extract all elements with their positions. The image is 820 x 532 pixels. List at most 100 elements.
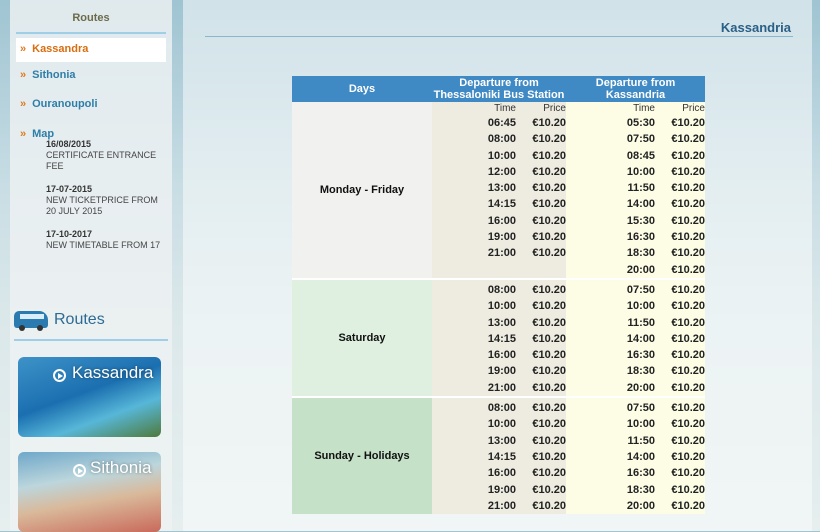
sidebar-divider (16, 32, 166, 34)
departure-row: 14:15 €10.20 (432, 196, 566, 212)
departure-time: 06:45 (487, 117, 516, 129)
departure-row: 10:00 €10.20 (566, 164, 705, 180)
departure-row: 10:00 €10.20 (432, 298, 566, 314)
nav-marker-icon: » (20, 69, 27, 81)
nav-item-sithonia[interactable]: » Sithonia (16, 64, 166, 88)
departure-row: 20:00 €10.20 (566, 498, 705, 514)
departure-price: €10.20 (671, 214, 705, 227)
departure-time: 18:30 (626, 247, 655, 260)
departure-price: €10.20 (671, 198, 705, 211)
departure-price: €10.20 (532, 467, 566, 480)
departures-thessaloniki: 08:00 €10.20 10:00 €10.20 13:00 €10.20 14:15 €1… (432, 279, 566, 397)
departure-price: €10.20 (671, 149, 705, 162)
route-card-label: Kassandra (72, 363, 154, 382)
subheader-price: Price (543, 103, 566, 114)
departure-price: €10.20 (532, 483, 566, 496)
departure-time: 14:15 (487, 450, 516, 463)
departure-row: 16:00 €10.20 (432, 465, 566, 481)
departure-time: 21:00 (487, 247, 516, 260)
departure-time: 10:00 (487, 300, 516, 313)
departure-time: 14:00 (626, 198, 655, 211)
departure-time: 12:00 (487, 165, 516, 178)
nav-item-kassandra[interactable]: » Kassandra (16, 38, 166, 62)
departure-time: 08:00 (487, 133, 516, 146)
departure-row: 13:00 €10.20 (432, 315, 566, 331)
schedule-group-weekday: Monday - Friday Time Price 06:45 €10.20 08:00… (292, 102, 705, 278)
departure-time: 16:30 (626, 467, 655, 480)
departure-time: 19:00 (487, 231, 516, 244)
news-item[interactable]: 17-10-2017 NEW TIMETABLE FROM 17 (46, 229, 168, 251)
departures-thessaloniki: 08:00 €10.20 10:00 €10.20 13:00 €10.20 14:15 €1… (432, 398, 566, 515)
departure-price: €10.20 (532, 332, 566, 345)
departure-time: 11:50 (627, 182, 655, 195)
departure-row: 14:00 €10.20 (566, 196, 705, 212)
departure-row: 16:30 €10.20 (566, 229, 705, 245)
departure-price: €10.20 (532, 300, 566, 313)
routes-heading: Routes (14, 309, 168, 341)
departure-row: 16:30 €10.20 (566, 465, 705, 481)
news-item[interactable]: 16/08/2015 CERTIFICATE ENTRANCE FEE (46, 139, 168, 172)
subheader: Time Price (566, 102, 705, 115)
departure-price: €10.20 (532, 165, 566, 178)
departure-time: 11:50 (627, 316, 655, 329)
departure-price: €10.20 (671, 349, 705, 362)
departure-time: 07:50 (626, 133, 655, 146)
departure-price: €10.20 (671, 332, 705, 345)
departure-row: 19:00 €10.20 (432, 482, 566, 498)
departure-time: 08:00 (487, 283, 516, 296)
schedule-group-sunday: Sunday - Holidays 08:00 €10.20 10:00 €10.20 1… (292, 398, 705, 515)
departures-thessaloniki: Time Price 06:45 €10.20 08:00 €10.20 10:00 €10.… (432, 102, 566, 278)
departure-price: €10.20 (671, 263, 705, 276)
departure-time: 05:30 (626, 117, 655, 129)
departure-price: €10.20 (671, 165, 705, 178)
departure-price: €10.20 (532, 133, 566, 146)
departure-row: 21:00 €10.20 (432, 245, 566, 261)
news-date: 17-10-2017 (46, 229, 93, 239)
departure-row: 16:00 €10.20 (432, 213, 566, 229)
main-content: Kassandria Days Departure from Thessalon… (183, 0, 812, 531)
departure-row: 20:00 €10.20 (566, 262, 705, 278)
departure-time: 21:00 (487, 381, 516, 394)
days-label: Monday - Friday (292, 102, 432, 278)
departure-price: €10.20 (532, 450, 566, 463)
departure-price: €10.20 (671, 117, 705, 129)
departure-list: 07:50 €10.20 10:00 €10.20 11:50 €10.20 14:00 €1… (566, 400, 705, 514)
news-text: NEW TICKETPRICE FROM 20 JULY 2015 (46, 195, 158, 216)
departure-price: €10.20 (532, 316, 566, 329)
departure-price: €10.20 (671, 483, 705, 496)
departure-row: 20:00 €10.20 (566, 380, 705, 396)
news-item[interactable]: 17-07-2015 NEW TICKETPRICE FROM 20 JULY … (46, 184, 168, 217)
departure-time: 16:30 (626, 349, 655, 362)
departure-price: €10.20 (532, 117, 566, 129)
departure-time: 13:00 (487, 316, 516, 329)
news-text: NEW TIMETABLE FROM 17 (46, 240, 161, 250)
news-date: 17-07-2015 (46, 184, 93, 194)
departure-time: 19:00 (487, 365, 516, 378)
departure-time: 20:00 (626, 381, 655, 394)
departure-time: 08:00 (487, 402, 516, 415)
departure-row: 08:00 €10.20 (432, 131, 566, 147)
departure-time: 13:00 (487, 434, 516, 447)
departure-row: 07:50 €10.20 (566, 131, 705, 147)
departure-price: €10.20 (671, 182, 705, 195)
page-title: Kassandria (720, 20, 791, 35)
departure-row: 18:30 €10.20 (566, 245, 705, 261)
departure-row: 18:30 €10.20 (566, 363, 705, 379)
departure-row: 06:45 €10.20 (432, 115, 566, 131)
departure-time: 20:00 (626, 499, 655, 512)
departure-row: 13:00 €10.20 (432, 180, 566, 196)
departures-kassandria: 07:50 €10.20 10:00 €10.20 11:50 €10.20 14:00 €1… (566, 279, 705, 397)
departure-row: 08:45 €10.20 (566, 148, 705, 164)
route-card-sithonia[interactable]: Sithonia (18, 452, 161, 532)
departure-time: 16:00 (487, 349, 516, 362)
departure-time: 20:00 (626, 263, 655, 276)
nav-item-ouranoupoli[interactable]: » Ouranoupoli (16, 93, 166, 117)
departure-list: 05:30 €10.20 07:50 €10.20 08:45 €10.20 10:00 €1… (566, 115, 705, 278)
departure-price: €10.20 (532, 499, 566, 512)
news-text: CERTIFICATE ENTRANCE FEE (46, 150, 157, 171)
departure-time: 21:00 (487, 499, 516, 512)
schedule-group-saturday: Saturday 08:00 €10.20 10:00 €10.20 13:00 €10.2… (292, 279, 705, 397)
route-card-kassandra[interactable]: Kassandra (18, 357, 161, 437)
departure-row: 07:50 €10.20 (566, 282, 705, 298)
departure-time: 10:00 (626, 418, 655, 431)
